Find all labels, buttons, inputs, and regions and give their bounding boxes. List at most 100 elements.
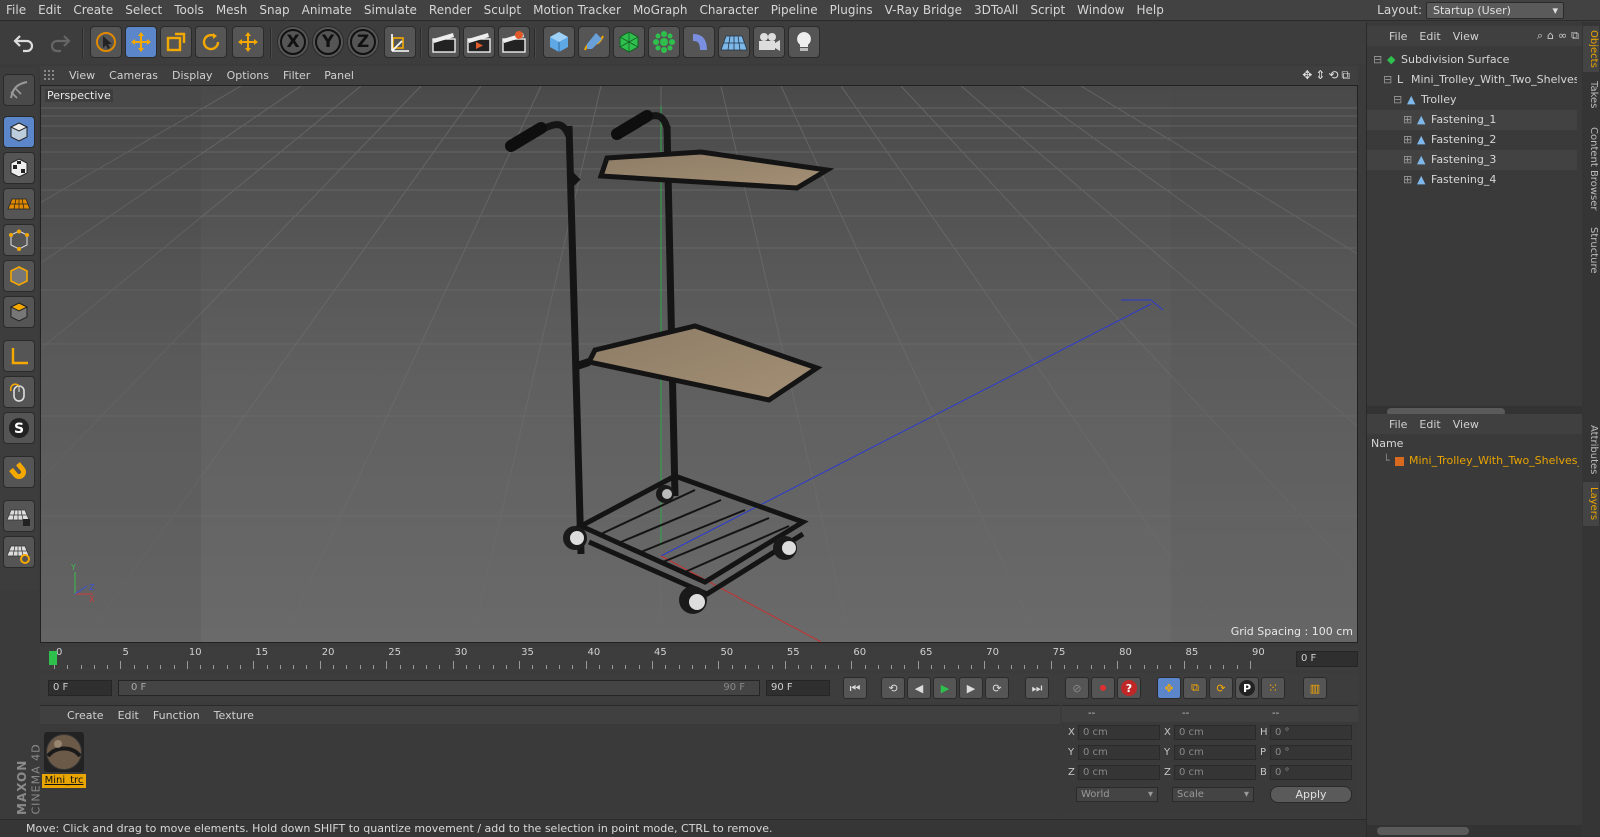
floor-button[interactable] [718, 26, 750, 58]
pen-spline-button[interactable] [578, 26, 610, 58]
tab-objects[interactable]: Objects [1583, 26, 1599, 72]
record-button[interactable]: ⏺ [1091, 677, 1115, 699]
playhead-marker[interactable] [49, 651, 57, 665]
material-menu-create[interactable]: Create [60, 709, 111, 722]
move-view-icon[interactable]: ✥ [1302, 68, 1312, 83]
expand-icon[interactable]: ⊞ [1403, 170, 1412, 190]
scale-tool-button[interactable] [160, 26, 192, 58]
key-rotation-button[interactable]: ⟳ [1209, 677, 1233, 699]
subdivision-surface-button[interactable] [613, 26, 645, 58]
menu-select[interactable]: Select [119, 0, 168, 21]
layers-scroll-thumb[interactable] [1377, 827, 1469, 835]
points-mode-button[interactable] [3, 224, 35, 256]
menu-character[interactable]: Character [693, 0, 764, 21]
range-slider[interactable]: 0 F 90 F [118, 680, 760, 696]
axis-mode-button[interactable] [3, 340, 35, 372]
tab-attributes[interactable]: Attributes [1583, 422, 1599, 478]
tree-row-fastening-1[interactable]: ⊞ ▲ Fastening_1 [1367, 110, 1577, 130]
menu-pipeline[interactable]: Pipeline [765, 0, 824, 21]
render-view-button[interactable] [428, 26, 460, 58]
menu-vray-bridge[interactable]: V-Ray Bridge [879, 0, 968, 21]
tweak-mode-button[interactable] [3, 376, 35, 408]
viewport-menu-filter[interactable]: Filter [276, 69, 317, 82]
current-frame-field[interactable]: 0 F [1296, 651, 1358, 667]
rotation-p-field[interactable]: 0 ° [1270, 745, 1352, 760]
timeline-window-button[interactable]: ▥ [1303, 677, 1327, 699]
tree-row-subdivision-surface[interactable]: ⊟ ◆ Subdivision Surface [1367, 50, 1577, 70]
collapse-icon[interactable]: ⊟ [1373, 50, 1382, 70]
go-to-previous-key-button[interactable]: ⟲ [881, 677, 905, 699]
end-frame-field[interactable]: 90 F [766, 680, 830, 696]
lock-workplane-button[interactable] [3, 500, 35, 532]
planar-workplane-button[interactable] [3, 536, 35, 568]
home-icon[interactable]: ⌂ [1547, 29, 1554, 43]
rotate-tool-button[interactable] [195, 26, 227, 58]
key-scale-button[interactable]: ⧉ [1183, 677, 1207, 699]
axis-z-button[interactable]: Z [347, 26, 379, 58]
live-selection-button[interactable] [90, 26, 122, 58]
camera-button[interactable] [753, 26, 785, 58]
apply-button[interactable]: Apply [1270, 786, 1352, 803]
menu-mesh[interactable]: Mesh [210, 0, 254, 21]
position-x-field[interactable]: 0 cm [1078, 725, 1160, 740]
menu-render[interactable]: Render [423, 0, 478, 21]
search-icon[interactable]: ⌕ [1537, 29, 1543, 43]
expand-icon[interactable]: ⊞ [1403, 110, 1412, 130]
step-forward-button[interactable]: ▶ [959, 677, 983, 699]
solo-mode-button[interactable]: S [3, 412, 35, 444]
size-y-field[interactable]: 0 cm [1174, 745, 1256, 760]
menu-animate[interactable]: Animate [296, 0, 358, 21]
layers-menu-file[interactable]: File [1383, 418, 1413, 431]
layers-menu-edit[interactable]: Edit [1413, 418, 1446, 431]
tree-row-mini-trolley[interactable]: ⊟ L Mini_Trolley_With_Two_Shelves_ [1367, 70, 1577, 90]
world-select[interactable]: World ▾ [1076, 787, 1158, 802]
tree-row-fastening-2[interactable]: ⊞ ▲ Fastening_2 [1367, 130, 1577, 150]
menu-tools[interactable]: Tools [168, 0, 210, 21]
size-x-field[interactable]: 0 cm [1174, 725, 1256, 740]
go-to-start-button[interactable]: ⏮ [843, 677, 867, 699]
coordinate-system-button[interactable] [384, 26, 416, 58]
polygons-mode-button[interactable] [3, 296, 35, 328]
menu-3dtoall[interactable]: 3DToAll [968, 0, 1024, 21]
key-position-button[interactable]: ✥ [1157, 677, 1181, 699]
position-y-field[interactable]: 0 cm [1078, 745, 1160, 760]
maximize-view-icon[interactable]: ⧉ [1341, 68, 1350, 83]
viewport-menu-options[interactable]: Options [220, 69, 276, 82]
material-menu-function[interactable]: Function [146, 709, 207, 722]
menu-create[interactable]: Create [67, 0, 119, 21]
tab-content-browser[interactable]: Content Browser [1583, 120, 1599, 218]
size-z-field[interactable]: 0 cm [1174, 765, 1256, 780]
workplane-mode-button[interactable] [3, 188, 35, 220]
menu-script[interactable]: Script [1024, 0, 1071, 21]
material-menu-texture[interactable]: Texture [207, 709, 261, 722]
layout-select[interactable]: Startup (User) ▾ [1426, 2, 1564, 19]
key-pla-button[interactable]: ⁙ [1261, 677, 1285, 699]
material-thumbnail[interactable] [44, 732, 84, 772]
menu-mograph[interactable]: MoGraph [627, 0, 694, 21]
axis-y-button[interactable]: Y [312, 26, 344, 58]
objects-menu-edit[interactable]: Edit [1413, 30, 1446, 43]
edges-mode-button[interactable] [3, 260, 35, 292]
menu-file[interactable]: File [0, 0, 32, 21]
menu-plugins[interactable]: Plugins [824, 0, 879, 21]
cube-object-button[interactable] [543, 26, 575, 58]
auto-keying-button[interactable]: ? [1117, 677, 1141, 699]
rotation-b-field[interactable]: 0 ° [1270, 765, 1352, 780]
menu-help[interactable]: Help [1130, 0, 1169, 21]
recent-tool-button[interactable] [232, 26, 264, 58]
render-to-picture-viewer-button[interactable] [463, 26, 495, 58]
objects-menu-view[interactable]: View [1447, 30, 1485, 43]
tab-layers[interactable]: Layers [1583, 482, 1599, 526]
model-mode-button[interactable] [3, 116, 35, 148]
expand-icon[interactable]: ⊞ [1403, 150, 1412, 170]
viewport-menu-panel[interactable]: Panel [317, 69, 361, 82]
layers-menu-view[interactable]: View [1447, 418, 1485, 431]
light-button[interactable] [788, 26, 820, 58]
menu-sculpt[interactable]: Sculpt [478, 0, 527, 21]
material-menu-edit[interactable]: Edit [111, 709, 146, 722]
layers-scrollbar[interactable] [1367, 825, 1583, 837]
undo-button[interactable] [8, 26, 40, 58]
tree-row-fastening-3[interactable]: ⊞ ▲ Fastening_3 [1367, 150, 1577, 170]
rotation-h-field[interactable]: 0 ° [1270, 725, 1352, 740]
material-name-label[interactable]: Mini_trc [42, 774, 86, 788]
